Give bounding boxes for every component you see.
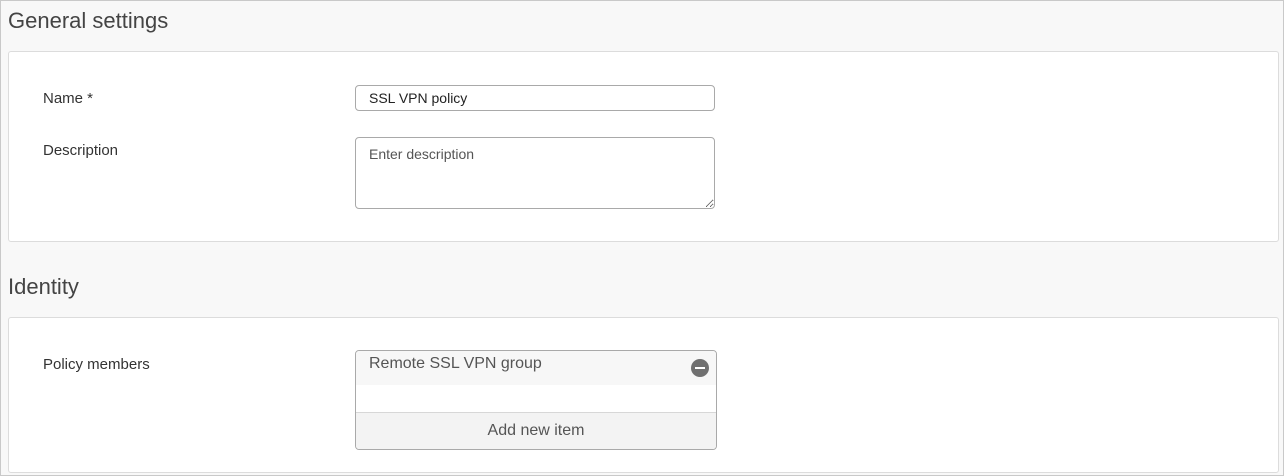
- list-item: Remote SSL VPN group: [356, 351, 716, 385]
- name-input[interactable]: [355, 85, 715, 111]
- identity-panel: Policy members Remote SSL VPN group Add …: [8, 317, 1279, 473]
- policy-members-list: Remote SSL VPN group Add new item: [355, 350, 717, 450]
- description-input[interactable]: [355, 137, 715, 209]
- remove-circle-icon[interactable]: [691, 359, 709, 377]
- policy-members-label: Policy members: [43, 356, 150, 373]
- name-label: Name *: [43, 90, 94, 107]
- policy-form: General settings Name * Description Iden…: [0, 0, 1284, 476]
- general-settings-panel: Name * Description: [8, 51, 1279, 242]
- general-settings-title: General settings: [8, 8, 169, 33]
- description-label: Description: [43, 142, 119, 159]
- identity-title: Identity: [8, 274, 79, 299]
- add-new-item-button[interactable]: Add new item: [356, 412, 716, 449]
- member-label: Remote SSL VPN group: [369, 355, 542, 372]
